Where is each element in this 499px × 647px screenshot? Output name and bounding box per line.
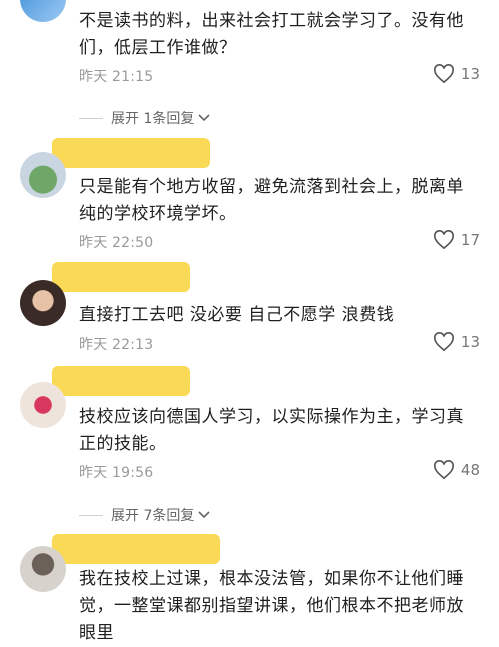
username-redacted[interactable] (52, 366, 190, 396)
like-button[interactable]: 13 (433, 332, 480, 352)
comment-time: 昨天 21:15 (79, 69, 154, 85)
like-button[interactable]: 17 (433, 230, 480, 250)
like-count: 17 (460, 231, 480, 249)
chevron-down-icon (198, 110, 210, 126)
comment-text: 不是读书的料，出来社会打工就会学习了。没有他们，低层工作谁做？ (79, 11, 464, 58)
like-count: 13 (460, 65, 480, 83)
heart-icon (433, 332, 454, 352)
heart-icon (433, 64, 454, 84)
like-button[interactable]: 48 (433, 460, 480, 480)
comment-text: 只是能有个地方收留，避免流落到社会上，脱离单纯的学校环境学坏。 (79, 177, 464, 224)
like-count: 13 (460, 333, 480, 351)
divider-line (79, 514, 103, 516)
expand-label: 展开 1条回复 (111, 111, 195, 127)
comment-time: 昨天 22:13 (79, 337, 154, 353)
expand-replies-button[interactable]: 展开 1条回复 (79, 108, 210, 128)
comment-text: 我在技校上过课，根本没法管，如果你不让他们睡觉，一整堂课都别指望讲课，他们根本不… (79, 569, 464, 643)
expand-replies-button[interactable]: 展开 7条回复 (79, 505, 210, 525)
divider-line (79, 117, 103, 119)
avatar[interactable] (20, 0, 66, 22)
avatar[interactable] (20, 382, 66, 428)
username-redacted[interactable] (52, 138, 210, 168)
avatar[interactable] (20, 546, 66, 592)
heart-icon (433, 460, 454, 480)
expand-label: 展开 7条回复 (111, 508, 195, 524)
comment-time: 昨天 19:56 (79, 465, 154, 481)
like-button[interactable]: 13 (433, 64, 480, 84)
heart-icon (433, 230, 454, 250)
username-redacted[interactable] (52, 534, 220, 564)
avatar[interactable] (20, 280, 66, 326)
username-redacted[interactable] (52, 262, 190, 292)
chevron-down-icon (198, 507, 210, 523)
comment-text: 直接打工去吧 没必要 自己不愿学 浪费钱 (79, 305, 395, 325)
comment-time: 昨天 22:50 (79, 235, 154, 251)
like-count: 48 (460, 461, 480, 479)
comment-text: 技校应该向德国人学习，以实际操作为主，学习真正的技能。 (79, 407, 464, 454)
avatar[interactable] (20, 152, 66, 198)
